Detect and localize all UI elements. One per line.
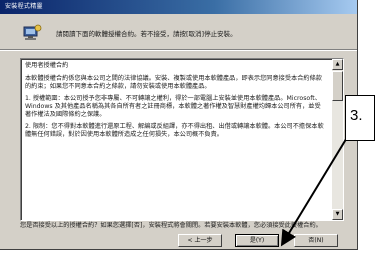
annotation-overlay — [280, 130, 352, 247]
screenshot: 安裝程式精靈 請閱讀下面的軟體授權合約。若不接受，請按[取消]停止安裝。 使用者… — [0, 0, 375, 259]
callout-arrow — [280, 130, 352, 247]
callout-label: 3. — [345, 95, 375, 141]
